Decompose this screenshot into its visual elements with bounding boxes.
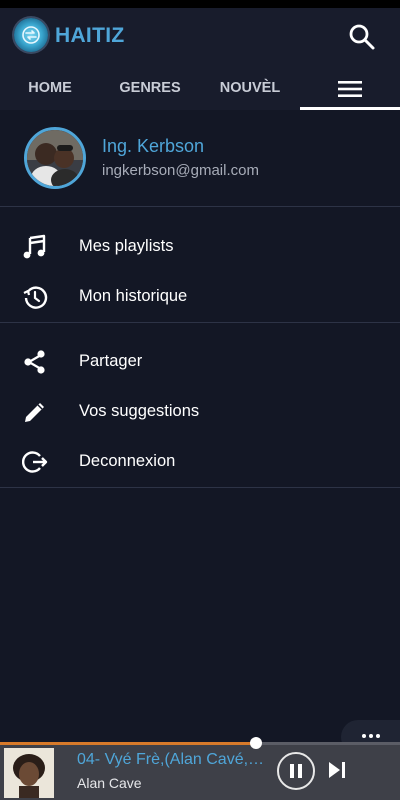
track-title: 04- Vyé Frè,(Alan Cavé,(…: [77, 751, 267, 768]
app-title: HAITIZ: [55, 24, 125, 47]
menu-label: Vos suggestions: [79, 402, 200, 420]
divider: [0, 487, 400, 488]
menu-item-history[interactable]: Mon historique: [0, 272, 400, 322]
mini-player[interactable]: 04- Vyé Frè,(Alan Cavé,(… Alan Cave: [0, 737, 400, 800]
menu-label: Partager: [79, 352, 143, 370]
progress-thumb[interactable]: [250, 737, 262, 749]
album-art: [4, 748, 54, 798]
logout-icon: [22, 451, 48, 473]
progress-bar[interactable]: [0, 737, 400, 749]
tab-genres[interactable]: GENRES: [100, 70, 200, 110]
track-artist: Alan Cave: [77, 775, 142, 791]
tab-home[interactable]: HOME: [0, 70, 100, 110]
music-note-icon: [23, 234, 46, 259]
search-button[interactable]: [348, 23, 376, 51]
menu-label: Deconnexion: [79, 452, 176, 470]
menu-item-logout[interactable]: Deconnexion: [0, 437, 400, 487]
history-icon: [23, 286, 48, 309]
status-bar: [0, 0, 400, 8]
next-button[interactable]: [326, 759, 348, 781]
search-icon: [349, 24, 375, 50]
logo-icon: [22, 26, 40, 44]
menu-label: Mes playlists: [79, 237, 174, 255]
pause-icon: [290, 764, 302, 778]
more-dots-icon: [362, 734, 366, 738]
menu-item-share[interactable]: Partager: [0, 337, 400, 387]
user-email: ingkerbson@gmail.com: [102, 162, 259, 179]
tab-nouvel[interactable]: NOUVÈL: [200, 70, 300, 110]
menu-item-playlists[interactable]: Mes playlists: [0, 222, 400, 272]
app-logo: [14, 18, 48, 52]
skip-next-icon: [329, 762, 345, 778]
avatar[interactable]: [24, 127, 86, 189]
user-name: Ing. Kerbson: [102, 136, 205, 156]
avatar-photo: [27, 130, 83, 186]
menu-icon: [338, 81, 362, 97]
pause-button[interactable]: [277, 752, 315, 790]
progress-fill: [0, 742, 256, 745]
pencil-icon: [25, 403, 44, 422]
menu-label: Mon historique: [79, 287, 188, 305]
album-cover[interactable]: [4, 748, 54, 798]
menu-item-suggestions[interactable]: Vos suggestions: [0, 387, 400, 437]
tab-bar: HOME GENRES NOUVÈL: [0, 70, 400, 110]
app-bar: HAITIZ HOME GENRES NOUVÈL: [0, 8, 400, 110]
divider: [0, 322, 400, 323]
tab-menu[interactable]: [300, 70, 400, 110]
divider: [0, 206, 400, 207]
profile-header[interactable]: Ing. Kerbson ingkerbson@gmail.com: [0, 110, 400, 206]
share-icon: [24, 350, 45, 374]
